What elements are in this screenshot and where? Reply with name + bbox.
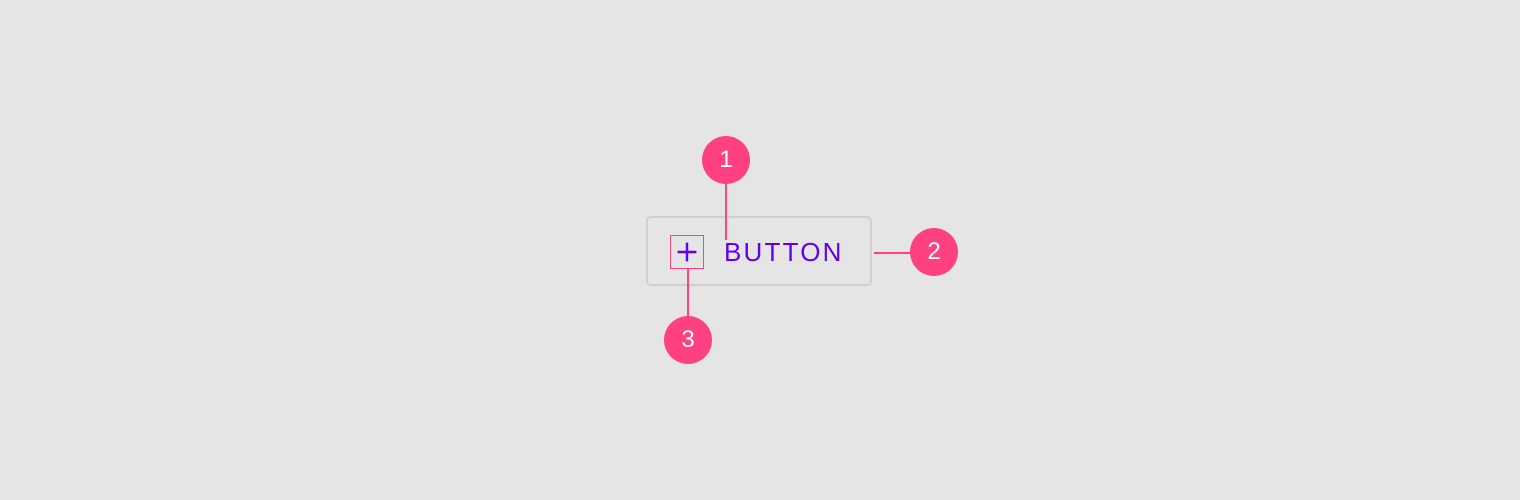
leading-icon-bounds <box>670 235 704 269</box>
callout-marker-2: 2 <box>910 228 958 276</box>
callout-marker-1: 1 <box>702 136 750 184</box>
plus-icon <box>677 242 697 262</box>
diagram-canvas: BUTTON 1 2 3 <box>0 0 1520 500</box>
button-label[interactable]: BUTTON <box>724 236 844 268</box>
callout-3-leader <box>687 269 689 319</box>
callout-1-leader <box>725 182 727 240</box>
callout-2-leader <box>874 252 912 254</box>
callout-marker-3: 3 <box>664 316 712 364</box>
